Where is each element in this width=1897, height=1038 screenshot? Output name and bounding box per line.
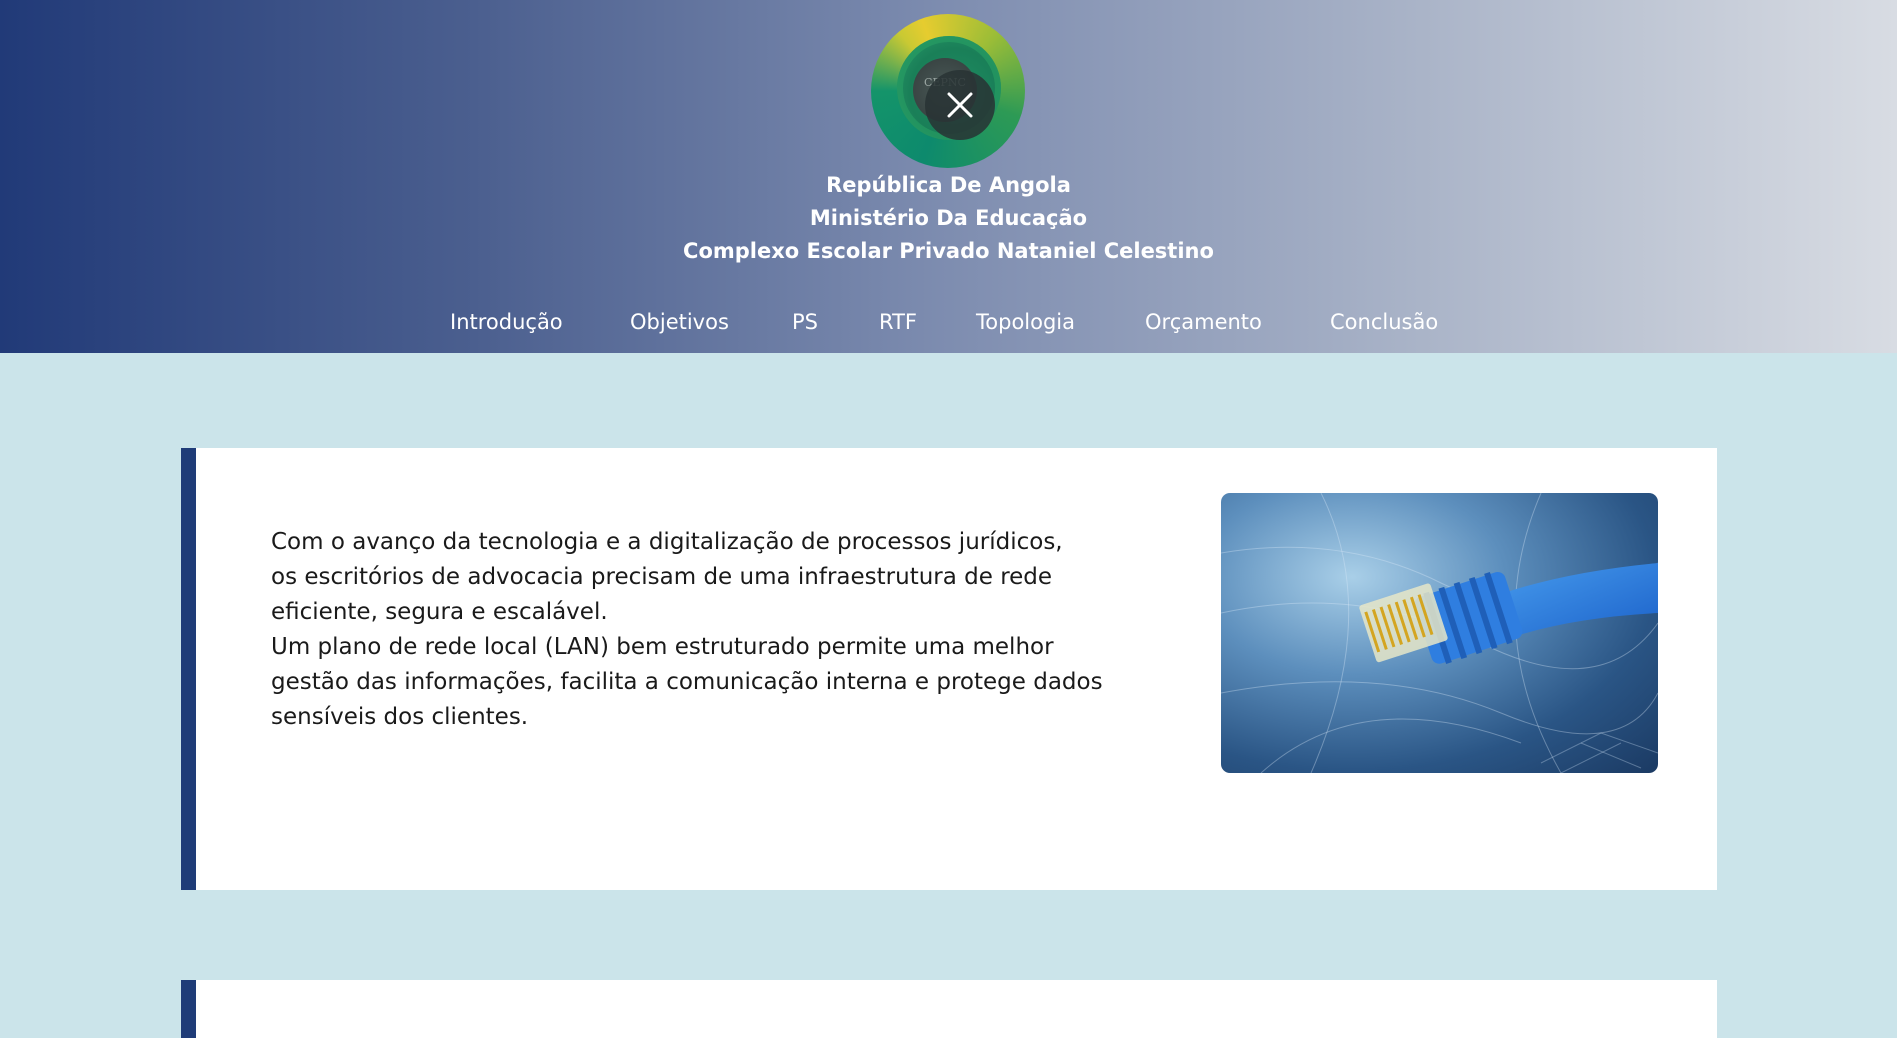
site-header: CEPNC República De Angola Ministério Da … <box>0 0 1897 353</box>
network-cable-image <box>1221 493 1658 773</box>
header-title-ministry: Ministério Da Educação <box>809 206 1088 230</box>
intro-text: Com o avanço da tecnologia e a digitaliz… <box>271 525 1171 735</box>
nav-item-ps[interactable]: PS <box>792 305 818 339</box>
intro-line: os escritórios de advocacia precisam de … <box>271 564 1053 590</box>
intro-card: Com o avanço da tecnologia e a digitaliz… <box>181 448 1717 890</box>
nav-item-conclusao[interactable]: Conclusão <box>1330 305 1438 339</box>
intro-line: gestão das informações, facilita a comun… <box>271 669 1103 695</box>
header-title-school: Complexo Escolar Privado Nataniel Celest… <box>683 239 1214 263</box>
intro-line: Com o avanço da tecnologia e a digitaliz… <box>271 529 1063 555</box>
intro-line: eficiente, segura e escalável. <box>271 599 608 625</box>
main-nav: Introdução Objetivos PS RTF Topologia Or… <box>0 305 1897 339</box>
nav-item-topologia[interactable]: Topologia <box>976 305 1075 339</box>
nav-item-orcamento[interactable]: Orçamento <box>1145 305 1262 339</box>
next-card <box>181 980 1717 1038</box>
close-icon <box>947 92 973 118</box>
close-button[interactable] <box>925 70 995 140</box>
intro-line: Um plano de rede local (LAN) bem estrutu… <box>271 634 1054 660</box>
intro-line: sensíveis dos clientes. <box>271 704 529 730</box>
nav-item-introducao[interactable]: Introdução <box>450 305 563 339</box>
nav-item-rtf[interactable]: RTF <box>879 305 917 339</box>
header-title-country: República De Angola <box>826 173 1071 197</box>
network-cable-illustration <box>1221 493 1658 773</box>
nav-item-objetivos[interactable]: Objetivos <box>630 305 729 339</box>
